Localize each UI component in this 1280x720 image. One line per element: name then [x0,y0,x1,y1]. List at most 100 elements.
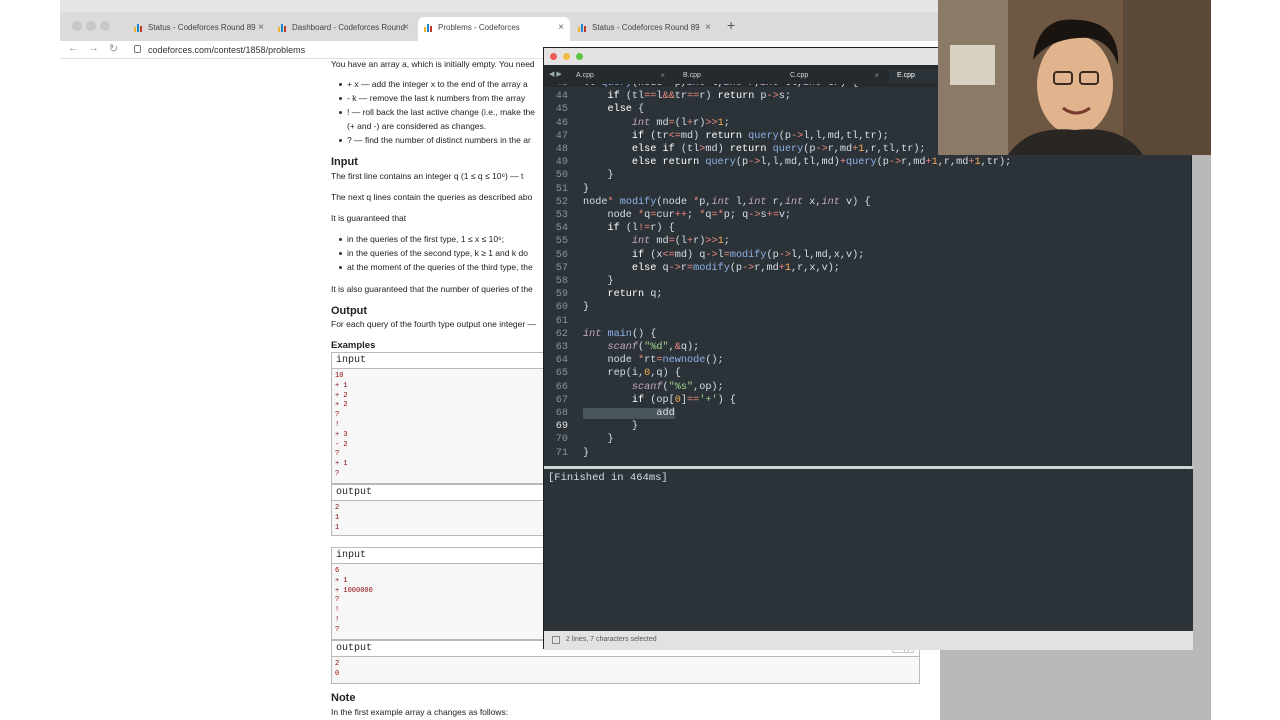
line-number: 53 [555,210,568,221]
tab-label: C.cpp [790,72,809,79]
line-number: 65 [555,368,568,380]
code-text: int main() { [583,328,657,340]
tab-label: A.cpp [576,72,594,79]
code-text: scanf("%s",op); [631,381,724,393]
line-number: 47 [555,130,568,142]
operation-item: ! — roll back the last active change (i.… [347,107,536,117]
code-line: 55 int md=(l+r)>>1; [544,236,1193,249]
code-text: int md=(l+r)>>1; [631,117,730,129]
browser-tab-active[interactable]: Problems - Codeforces × [418,17,570,41]
code-text: if (op[0]=='+') { [631,394,736,406]
statement-text: The next q lines contain the queries as … [331,192,533,202]
output-heading: Output [331,305,368,317]
minimize-window-dot[interactable] [86,21,96,31]
line-number: 55 [555,236,568,248]
code-text: } [583,447,590,459]
tab-label: B.cpp [683,72,701,79]
zoom-window-dot[interactable] [100,21,110,31]
line-number: 63 [555,342,568,353]
code-line: 57 else q->r=modify(p->r,md+1,r,x,v); [544,263,1193,276]
line-number: 61 [555,315,568,327]
tab-label: E.cpp [897,72,915,79]
code-line: 51} [544,184,1193,197]
code-line: 49 else return query(p->l,l,md,tl,md)+qu… [544,157,1193,170]
bullet [339,266,342,269]
line-number: 69 [555,421,568,433]
code-text: } [583,302,590,314]
statement-text: It is guaranteed that [331,213,407,223]
bullet [339,97,342,100]
close-window-dot[interactable] [72,21,82,31]
code-text: int md=(l+r)>>1; [631,236,730,248]
code-line: 50 } [544,170,1193,183]
codeforces-icon [134,24,143,32]
line-number: 57 [555,262,568,274]
editor-title-bar [544,48,939,65]
code-line: 66 scanf("%s",op); [544,382,1193,395]
panel-toggle-icon[interactable] [552,636,560,644]
code-text: ll query(node *p,int l,int r,int tl,int … [583,84,858,89]
tab-label: Status - Codeforces Round 89 [148,23,256,32]
zoom-window-dot[interactable] [576,53,583,60]
code-line: 52 node* modify(node *p,int l,int r,int x… [544,197,1193,210]
code-text: if (tr<=md) return query(p->l,l,md,tl,tr… [631,130,889,142]
example-output-text[interactable]: 20 [332,657,919,683]
editor-tab-a[interactable]: A.cpp × [568,69,671,83]
code-text: rep(i,0,q) { [583,368,681,380]
forward-arrow-icon[interactable]: → [88,42,99,54]
code-text: node *rt=newnode(); [583,355,724,367]
statement-text: For each query of the fourth type output… [331,319,537,329]
tab-nav-arrows-icon[interactable]: ◀ ▶ [549,70,562,78]
close-tab-icon[interactable]: × [874,69,879,83]
code-line: 54 if (l!=r) { [544,223,1193,236]
close-tab-icon[interactable]: × [558,17,564,39]
close-tab-icon[interactable]: × [705,17,711,39]
code-text: else if (tl>md) return query(p->r,md+1,r… [631,144,926,155]
close-tab-icon[interactable]: × [258,17,264,39]
status-bar-text: 2 lines, 7 characters selected [544,631,1193,650]
input-heading: Input [331,156,358,168]
line-number: 46 [555,117,568,129]
close-window-dot[interactable] [550,53,557,60]
browser-tab[interactable]: Status - Codeforces Round 89 × [128,17,270,41]
constraint-item: at the moment of the queries of the thir… [347,262,533,272]
example-line: 0 [335,669,340,678]
line-number: 71 [555,447,568,459]
reload-icon[interactable]: ↻ [109,42,118,55]
editor-tab-e[interactable]: E.cpp [889,69,939,83]
close-tab-icon[interactable]: × [403,17,409,39]
code-line: 70 } [544,434,1193,447]
code-line: 61 [544,316,1193,329]
minimize-window-dot[interactable] [563,53,570,60]
line-number: 70 [555,434,568,446]
operation-item: (+ and -) are considered as changes. [347,121,487,131]
browser-tab[interactable]: Dashboard - Codeforces Round × [272,17,415,41]
operation-item: + x — add the integer x to the end of th… [347,79,528,89]
bullet [339,252,342,255]
line-number: 64 [555,355,568,367]
editor-tab-c[interactable]: C.cpp × [782,69,885,83]
webcam-overlay [938,0,1211,155]
line-number: 43 [544,84,568,89]
line-number: 48 [555,144,568,155]
code-line: 67 if (op[0]=='+') { [544,395,1193,408]
code-text: node *q=cur++; *q=*p; q->s+=v; [583,210,792,221]
back-arrow-icon[interactable]: ← [68,42,79,54]
close-tab-icon[interactable]: × [660,69,665,83]
url-text[interactable]: codeforces.com/contest/1858/problems [148,45,305,55]
code-text: add [583,408,675,419]
code-line: 71} [544,448,1193,461]
code-line: 68 add [544,408,1193,421]
code-line: 64 node *rt=newnode(); [544,355,1193,368]
new-tab-button[interactable]: + [727,17,735,33]
example-line: 2 [335,660,340,668]
statement-text: The first line contains an integer q (1 … [331,171,524,181]
code-line: 63 scanf("%d",&q); [544,342,1193,355]
code-line: 62 int main() { [544,329,1193,342]
build-output-panel[interactable]: [Finished in 464ms] [544,469,1193,631]
browser-tab[interactable]: Status - Codeforces Round 89 × [572,17,717,41]
code-text: scanf("%d",&q); [607,342,700,353]
line-number: 66 [555,381,568,393]
editor-tab-b[interactable]: B.cpp [675,69,778,83]
code-text: else return query(p->l,l,md,tl,md)+query… [631,157,1012,169]
